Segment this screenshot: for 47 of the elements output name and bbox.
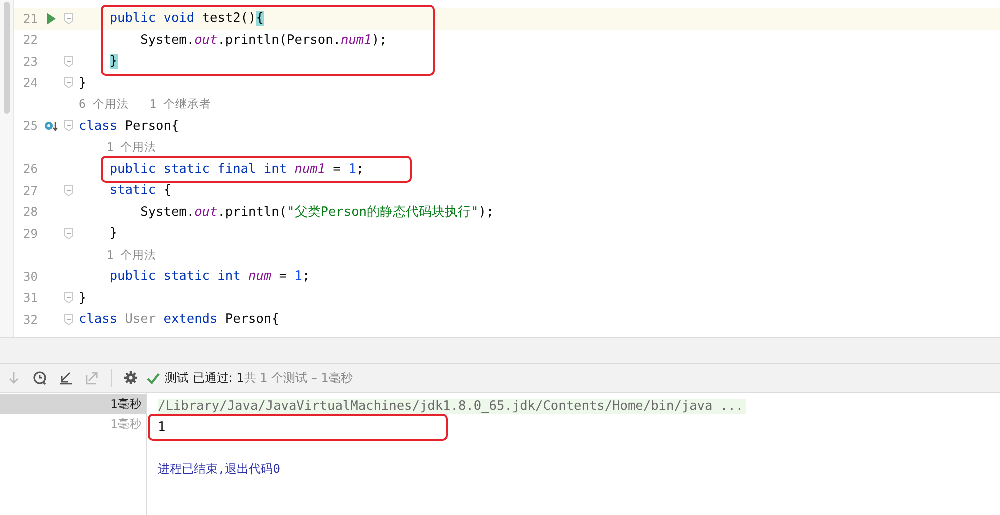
line-number: 29 bbox=[24, 226, 38, 241]
code-line: public static int num = 1; bbox=[108, 269, 310, 284]
console-output-line: 1 bbox=[158, 420, 166, 435]
line-number: 30 bbox=[24, 270, 38, 284]
run-icon[interactable] bbox=[46, 12, 56, 25]
usage-hint[interactable]: 1 个用法 bbox=[79, 140, 157, 156]
usage-hint[interactable]: 6 个用法 1 个继承者 bbox=[79, 97, 212, 112]
usage-hint[interactable]: 1 个用法 bbox=[79, 248, 157, 263]
line-number: 28 bbox=[24, 205, 38, 220]
line-number: 25 bbox=[24, 119, 38, 134]
fold-marker-icon[interactable] bbox=[64, 120, 74, 132]
code-line: class Person{ bbox=[79, 118, 180, 134]
code-line: static { bbox=[108, 183, 172, 198]
line-number: 22 bbox=[24, 33, 38, 48]
settings-icon[interactable] bbox=[124, 371, 138, 385]
code-line: class User extends Person{ bbox=[79, 312, 280, 328]
fold-marker-icon[interactable] bbox=[64, 292, 74, 304]
code-line: public void test2(){ bbox=[108, 11, 264, 26]
exit-message: 进程已结束,退出代码0 bbox=[158, 461, 280, 478]
fold-marker-icon[interactable] bbox=[64, 12, 74, 25]
code-line: } bbox=[79, 76, 87, 91]
test-result-row[interactable]: 1毫秒 bbox=[0, 414, 146, 434]
line-number: 21 bbox=[24, 12, 38, 26]
code-line: } bbox=[79, 290, 87, 306]
fold-marker-icon[interactable] bbox=[64, 184, 74, 197]
line-number: 31 bbox=[24, 291, 38, 306]
line-number: 32 bbox=[24, 312, 38, 327]
line-number: 27 bbox=[24, 184, 38, 198]
fold-marker-icon[interactable] bbox=[64, 228, 74, 240]
line-number: 23 bbox=[24, 54, 38, 69]
scrollbar-thumb[interactable] bbox=[4, 2, 10, 114]
code-line: System.out.println("父类Person的静态代码块执行"); bbox=[140, 204, 494, 221]
check-icon bbox=[147, 372, 160, 384]
import-arrow-icon[interactable] bbox=[59, 371, 73, 385]
line-number: 24 bbox=[24, 76, 38, 90]
overridden-icon[interactable] bbox=[44, 120, 58, 132]
test-status: 测试 已通过: 1 bbox=[165, 370, 244, 386]
fold-marker-icon[interactable] bbox=[64, 56, 74, 68]
code-line: } bbox=[108, 226, 118, 242]
code-line: public static final int num1 = 1; bbox=[108, 162, 364, 177]
code-line: System.out.println(Person.num1); bbox=[140, 32, 388, 48]
fold-marker-icon[interactable] bbox=[64, 77, 74, 90]
test-summary: 共 1 个测试 – 1毫秒 bbox=[244, 370, 353, 386]
fold-marker-icon[interactable] bbox=[64, 314, 74, 326]
line-number: 26 bbox=[24, 162, 38, 176]
test-result-row[interactable]: 1毫秒 bbox=[0, 394, 146, 414]
clock-search-icon[interactable] bbox=[33, 371, 47, 385]
